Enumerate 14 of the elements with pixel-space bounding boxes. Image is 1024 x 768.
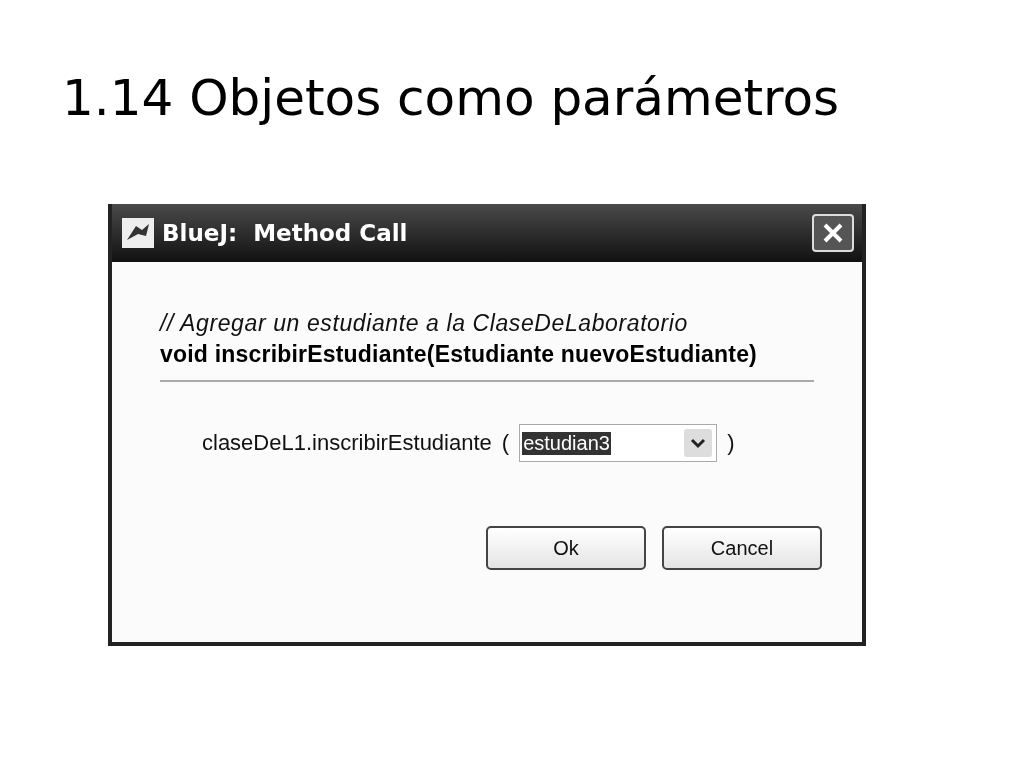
parenthesis: ( [501, 430, 510, 456]
argument-value: estudian3 [522, 431, 611, 455]
method-comment: // Agregar un estudiante a la ClaseDeLaboratorio [160, 310, 689, 337]
window-title: BlueJ: Method Call [162, 220, 409, 246]
close-button[interactable] [812, 214, 854, 252]
dialog-button[interactable]: Ok [486, 526, 646, 570]
slide-title: 1.14 Objetos como parámetros [62, 68, 840, 128]
app-icon [122, 218, 154, 248]
close-icon[interactable] [821, 221, 845, 245]
parenthesis: ) [727, 430, 735, 456]
dialog-button[interactable]: Cancel [662, 526, 822, 570]
argument-combo-box[interactable]: estudian3 [519, 424, 718, 462]
call-label: claseDeL1.inscribirEstudiante [202, 430, 492, 456]
method-signature: void inscribirEstudiante(Estudiante nuevoEstudiante) [160, 341, 758, 368]
